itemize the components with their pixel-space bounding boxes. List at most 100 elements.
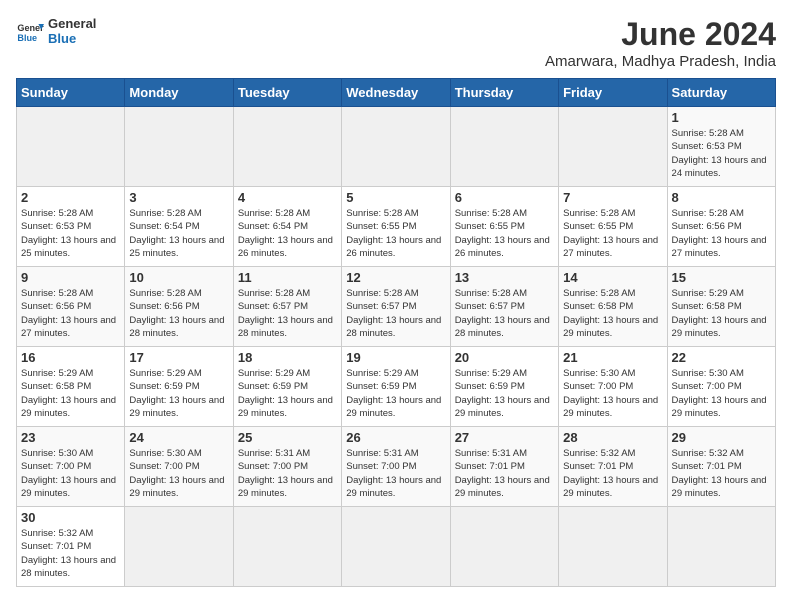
day-info: Sunrise: 5:31 AM Sunset: 7:00 PM Dayligh…	[238, 447, 337, 500]
day-number: 19	[346, 350, 445, 365]
day-info: Sunrise: 5:29 AM Sunset: 6:59 PM Dayligh…	[455, 367, 554, 420]
day-info: Sunrise: 5:28 AM Sunset: 6:54 PM Dayligh…	[238, 207, 337, 260]
day-info: Sunrise: 5:28 AM Sunset: 6:54 PM Dayligh…	[129, 207, 228, 260]
calendar-week-row: 16 Sunrise: 5:29 AM Sunset: 6:58 PM Dayli…	[17, 347, 776, 427]
calendar-cell	[125, 107, 233, 187]
day-number: 3	[129, 190, 228, 205]
calendar-cell: 13 Sunrise: 5:28 AM Sunset: 6:57 PM Dayli…	[450, 267, 558, 347]
day-number: 22	[672, 350, 771, 365]
calendar-cell: 9 Sunrise: 5:28 AM Sunset: 6:56 PM Daylig…	[17, 267, 125, 347]
subtitle: Amarwara, Madhya Pradesh, India	[545, 53, 776, 70]
calendar-cell	[559, 507, 667, 587]
calendar-week-row: 2Sunrise: 5:28 AM Sunset: 6:53 PM Daylig…	[17, 187, 776, 267]
day-number: 6	[455, 190, 554, 205]
calendar-week-row: 30 Sunrise: 5:32 AM Sunset: 7:01 PM Dayli…	[17, 507, 776, 587]
calendar-cell: 3 Sunrise: 5:28 AM Sunset: 6:54 PM Daylig…	[125, 187, 233, 267]
day-info: Sunrise: 5:29 AM Sunset: 6:58 PM Dayligh…	[21, 367, 120, 420]
day-of-week-header: Tuesday	[233, 79, 341, 107]
calendar-body: 1 Sunrise: 5:28 AM Sunset: 6:53 PM Daylig…	[17, 107, 776, 587]
day-number: 27	[455, 430, 554, 445]
day-info: Sunrise: 5:28 AM Sunset: 6:53 PM Dayligh…	[672, 127, 771, 180]
calendar-cell: 25 Sunrise: 5:31 AM Sunset: 7:00 PM Dayli…	[233, 427, 341, 507]
day-number: 29	[672, 430, 771, 445]
day-number: 23	[21, 430, 120, 445]
calendar-cell	[450, 107, 558, 187]
day-info: Sunrise: 5:29 AM Sunset: 6:59 PM Dayligh…	[129, 367, 228, 420]
calendar-cell: 5Sunrise: 5:28 AM Sunset: 6:55 PM Daylig…	[342, 187, 450, 267]
day-number: 28	[563, 430, 662, 445]
day-info: Sunrise: 5:31 AM Sunset: 7:00 PM Dayligh…	[346, 447, 445, 500]
calendar-cell: 10 Sunrise: 5:28 AM Sunset: 6:56 PM Dayli…	[125, 267, 233, 347]
calendar-cell	[342, 507, 450, 587]
calendar-cell: 8 Sunrise: 5:28 AM Sunset: 6:56 PM Daylig…	[667, 187, 775, 267]
calendar-cell	[450, 507, 558, 587]
day-number: 11	[238, 270, 337, 285]
day-number: 20	[455, 350, 554, 365]
day-info: Sunrise: 5:30 AM Sunset: 7:00 PM Dayligh…	[21, 447, 120, 500]
calendar-cell	[17, 107, 125, 187]
day-of-week-header: Monday	[125, 79, 233, 107]
calendar-week-row: 9 Sunrise: 5:28 AM Sunset: 6:56 PM Daylig…	[17, 267, 776, 347]
day-info: Sunrise: 5:28 AM Sunset: 6:55 PM Dayligh…	[563, 207, 662, 260]
day-number: 4	[238, 190, 337, 205]
calendar-week-row: 1 Sunrise: 5:28 AM Sunset: 6:53 PM Daylig…	[17, 107, 776, 187]
day-info: Sunrise: 5:28 AM Sunset: 6:56 PM Dayligh…	[129, 287, 228, 340]
calendar-cell: 18 Sunrise: 5:29 AM Sunset: 6:59 PM Dayli…	[233, 347, 341, 427]
calendar-cell: 19 Sunrise: 5:29 AM Sunset: 6:59 PM Dayli…	[342, 347, 450, 427]
day-info: Sunrise: 5:32 AM Sunset: 7:01 PM Dayligh…	[563, 447, 662, 500]
calendar-cell	[559, 107, 667, 187]
day-info: Sunrise: 5:30 AM Sunset: 7:00 PM Dayligh…	[563, 367, 662, 420]
day-number: 16	[21, 350, 120, 365]
day-number: 25	[238, 430, 337, 445]
day-number: 14	[563, 270, 662, 285]
day-info: Sunrise: 5:28 AM Sunset: 6:57 PM Dayligh…	[455, 287, 554, 340]
day-of-week-header: Wednesday	[342, 79, 450, 107]
calendar-cell: 27 Sunrise: 5:31 AM Sunset: 7:01 PM Dayli…	[450, 427, 558, 507]
day-info: Sunrise: 5:28 AM Sunset: 6:58 PM Dayligh…	[563, 287, 662, 340]
day-info: Sunrise: 5:28 AM Sunset: 6:56 PM Dayligh…	[21, 287, 120, 340]
calendar-cell: 23 Sunrise: 5:30 AM Sunset: 7:00 PM Dayli…	[17, 427, 125, 507]
day-info: Sunrise: 5:32 AM Sunset: 7:01 PM Dayligh…	[21, 527, 120, 580]
calendar-cell: 29 Sunrise: 5:32 AM Sunset: 7:01 PM Dayli…	[667, 427, 775, 507]
day-of-week-header: Sunday	[17, 79, 125, 107]
logo: General Blue General Blue	[16, 16, 96, 46]
day-info: Sunrise: 5:28 AM Sunset: 6:56 PM Dayligh…	[672, 207, 771, 260]
calendar-cell: 1 Sunrise: 5:28 AM Sunset: 6:53 PM Daylig…	[667, 107, 775, 187]
day-number: 21	[563, 350, 662, 365]
day-info: Sunrise: 5:29 AM Sunset: 6:59 PM Dayligh…	[346, 367, 445, 420]
calendar-cell	[667, 507, 775, 587]
day-info: Sunrise: 5:29 AM Sunset: 6:59 PM Dayligh…	[238, 367, 337, 420]
calendar-cell: 14 Sunrise: 5:28 AM Sunset: 6:58 PM Dayli…	[559, 267, 667, 347]
day-info: Sunrise: 5:28 AM Sunset: 6:57 PM Dayligh…	[238, 287, 337, 340]
day-info: Sunrise: 5:29 AM Sunset: 6:58 PM Dayligh…	[672, 287, 771, 340]
logo-icon: General Blue	[16, 17, 44, 45]
header-row: SundayMondayTuesdayWednesdayThursdayFrid…	[17, 79, 776, 107]
day-number: 9	[21, 270, 120, 285]
logo-general-text: General	[48, 16, 96, 31]
day-number: 13	[455, 270, 554, 285]
calendar-cell: 6Sunrise: 5:28 AM Sunset: 6:55 PM Daylig…	[450, 187, 558, 267]
svg-text:Blue: Blue	[17, 33, 37, 43]
day-number: 17	[129, 350, 228, 365]
calendar-cell	[342, 107, 450, 187]
calendar-cell: 21 Sunrise: 5:30 AM Sunset: 7:00 PM Dayli…	[559, 347, 667, 427]
logo-blue-text: Blue	[48, 31, 96, 46]
calendar-cell: 24Sunrise: 5:30 AM Sunset: 7:00 PM Dayli…	[125, 427, 233, 507]
day-of-week-header: Saturday	[667, 79, 775, 107]
day-number: 10	[129, 270, 228, 285]
day-number: 1	[672, 110, 771, 125]
day-info: Sunrise: 5:31 AM Sunset: 7:01 PM Dayligh…	[455, 447, 554, 500]
day-number: 18	[238, 350, 337, 365]
day-number: 30	[21, 510, 120, 525]
calendar-cell	[125, 507, 233, 587]
calendar-cell: 20 Sunrise: 5:29 AM Sunset: 6:59 PM Dayli…	[450, 347, 558, 427]
day-info: Sunrise: 5:30 AM Sunset: 7:00 PM Dayligh…	[129, 447, 228, 500]
day-number: 8	[672, 190, 771, 205]
day-number: 2	[21, 190, 120, 205]
day-info: Sunrise: 5:32 AM Sunset: 7:01 PM Dayligh…	[672, 447, 771, 500]
calendar-cell: 22Sunrise: 5:30 AM Sunset: 7:00 PM Dayli…	[667, 347, 775, 427]
main-title: June 2024	[545, 16, 776, 53]
day-number: 5	[346, 190, 445, 205]
calendar-cell: 7Sunrise: 5:28 AM Sunset: 6:55 PM Daylig…	[559, 187, 667, 267]
calendar-cell: 11 Sunrise: 5:28 AM Sunset: 6:57 PM Dayli…	[233, 267, 341, 347]
